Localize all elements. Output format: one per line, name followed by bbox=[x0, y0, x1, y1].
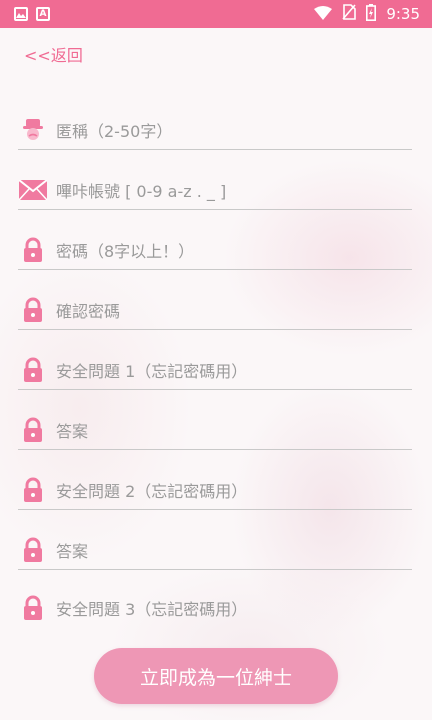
wifi-icon bbox=[314, 5, 333, 24]
battery-icon bbox=[366, 3, 377, 25]
confirm-password-field[interactable]: 確認密碼 bbox=[18, 290, 412, 330]
security-question-1-field[interactable]: 安全問題 1（忘記密碼用） bbox=[18, 350, 412, 390]
back-link[interactable]: <<返回 bbox=[24, 42, 83, 66]
security-question-3-placeholder: 安全問題 3（忘記密碼用） bbox=[56, 600, 248, 619]
image-icon bbox=[14, 7, 28, 21]
confirm-password-placeholder: 確認密碼 bbox=[56, 301, 121, 321]
register-screen: <<返回 匿稱（2-50字） 嗶咔帳號 [ 0-9 a-z . _ ] 密碼（8… bbox=[0, 28, 432, 720]
status-time: 9:35 bbox=[386, 5, 420, 23]
lock-icon bbox=[18, 535, 48, 565]
lock-icon bbox=[18, 593, 48, 623]
nickname-placeholder: 匿稱（2-50字） bbox=[56, 121, 173, 141]
password-field[interactable]: 密碼（8字以上！） bbox=[18, 230, 412, 270]
security-question-3-field[interactable]: 安全問題 3（忘記密碼用） bbox=[18, 588, 412, 628]
security-question-2-placeholder: 安全問題 2（忘記密碼用） bbox=[56, 481, 248, 501]
lock-icon bbox=[18, 295, 48, 325]
lock-icon bbox=[18, 415, 48, 445]
lock-icon bbox=[18, 355, 48, 385]
security-question-2-field[interactable]: 安全問題 2（忘記密碼用） bbox=[18, 470, 412, 510]
mail-icon bbox=[18, 175, 48, 205]
user-icon bbox=[18, 115, 48, 145]
answer-2-placeholder: 答案 bbox=[56, 541, 89, 561]
security-question-1-placeholder: 安全問題 1（忘記密碼用） bbox=[56, 361, 248, 381]
a-icon: A bbox=[36, 7, 50, 21]
register-button[interactable]: 立即成為一位紳士 bbox=[94, 648, 338, 704]
status-bar: A 9:35 bbox=[0, 0, 432, 28]
answer-2-field[interactable]: 答案 bbox=[18, 530, 412, 570]
answer-1-placeholder: 答案 bbox=[56, 421, 89, 441]
answer-1-field[interactable]: 答案 bbox=[18, 410, 412, 450]
nickname-field[interactable]: 匿稱（2-50字） bbox=[18, 110, 412, 150]
password-placeholder: 密碼（8字以上！） bbox=[56, 241, 195, 261]
lock-icon bbox=[18, 475, 48, 505]
lock-icon bbox=[18, 235, 48, 265]
account-field[interactable]: 嗶咔帳號 [ 0-9 a-z . _ ] bbox=[18, 170, 412, 210]
account-placeholder: 嗶咔帳號 [ 0-9 a-z . _ ] bbox=[56, 181, 227, 201]
no-sim-icon bbox=[342, 4, 357, 24]
